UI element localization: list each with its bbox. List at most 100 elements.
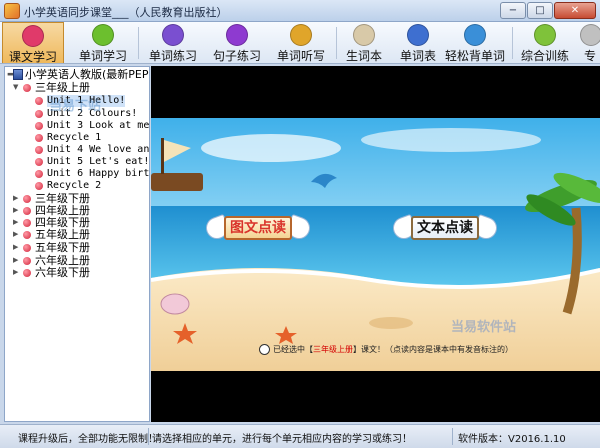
- tab-word-practice[interactable]: 单词练习: [144, 22, 202, 63]
- status-bar: 课程升级后，全部功能无限制！ 请选择相应的单元，进行每个单元相应内容的学习或练习…: [0, 424, 600, 448]
- status-version: 软件版本：V2016.1.10: [458, 434, 566, 445]
- title-bar: 小学英语同步课堂___（人民教育出版社） − □ ✕: [0, 0, 600, 22]
- text-reading-button[interactable]: 文本点读: [389, 211, 501, 245]
- tree-item-label: 小学英语人教版(最新PEP: [25, 68, 149, 81]
- node-ball-icon: [35, 134, 43, 142]
- course-tree[interactable]: ▬ 小学英语人教版(最新PEP ▼ 三年级上册 Unit 1 Hello! Un…: [4, 66, 150, 422]
- tree-item-label: 三年级上册: [35, 81, 90, 94]
- toolbar-divider: [138, 27, 139, 59]
- picture-reading-button[interactable]: 图文点读: [202, 211, 314, 245]
- status-divider: [452, 428, 453, 445]
- cloud: [201, 134, 341, 162]
- expand-icon[interactable]: ▶: [13, 195, 20, 202]
- app-icon: [4, 3, 20, 19]
- tab-easy-memorize[interactable]: 轻松背单词: [444, 22, 506, 63]
- content-panel: 图文点读 文本点读 当易软件站 已经选中【三年级上册】课文！（点读内容是课本中有…: [151, 66, 600, 422]
- main-toolbar: 课文学习 单词学习 单词练习 句子练习 单词听写 生词本 单词表 轻松背单词 综…: [0, 22, 600, 64]
- tab-more[interactable]: 专: [580, 22, 600, 63]
- node-ball-icon: [23, 231, 31, 239]
- node-ball-icon: [23, 269, 31, 277]
- node-ball-icon: [35, 146, 43, 154]
- flower-icon: [92, 24, 114, 46]
- clock-icon: [290, 24, 312, 46]
- tab-label: 单词听写: [276, 49, 325, 63]
- node-ball-icon: [23, 195, 31, 203]
- shell-icon: [160, 293, 190, 315]
- tree-item-label: 五年级下册: [35, 241, 90, 254]
- crab-icon: [369, 317, 413, 329]
- note-prefix: 已经选中【: [273, 345, 313, 354]
- window-controls: − □ ✕: [500, 2, 596, 19]
- notebook-icon: [353, 24, 375, 46]
- node-ball-icon: [35, 97, 43, 105]
- status-upgrade: 课程升级后，全部功能无限制！: [18, 434, 158, 445]
- node-ball-icon: [35, 110, 43, 118]
- tree-item-label: Unit 6 Happy birth: [47, 168, 150, 179]
- maximize-button[interactable]: □: [527, 2, 553, 19]
- tree-item-label: Unit 5 Let's eat!: [47, 156, 150, 167]
- minimize-button[interactable]: −: [500, 2, 526, 19]
- book-icon: [13, 69, 23, 80]
- tree-item-label: Unit 4 We love ani: [47, 144, 150, 155]
- toolbar-divider: [336, 27, 337, 59]
- selection-note: 已经选中【三年级上册】课文！（点读内容是课本中有发音标注的）: [259, 344, 513, 355]
- tab-label: 句子练习: [212, 49, 261, 63]
- node-ball-icon: [23, 207, 31, 215]
- expand-icon[interactable]: ▶: [13, 244, 20, 251]
- node-ball-icon: [35, 122, 43, 130]
- tab-text-study[interactable]: 课文学习: [2, 22, 64, 64]
- button-label: 文本点读: [411, 216, 479, 240]
- tree-item-label: Recycle 2: [47, 180, 102, 191]
- pen-book-icon: [22, 25, 44, 47]
- tab-word-list[interactable]: 单词表: [394, 22, 442, 63]
- node-ball-icon: [23, 84, 31, 92]
- status-divider: [148, 428, 149, 445]
- expand-icon[interactable]: ▶: [13, 231, 20, 238]
- watermark-logo: 当易软件站: [451, 320, 517, 335]
- expand-icon[interactable]: ▶: [13, 269, 20, 276]
- node-ball-icon: [23, 257, 31, 265]
- collapse-icon[interactable]: ▼: [13, 84, 20, 91]
- pencils-icon: [162, 24, 184, 46]
- cloud: [361, 128, 541, 152]
- tab-label: 单词表: [399, 49, 436, 63]
- tab-label: 专: [583, 49, 596, 63]
- tab-word-study[interactable]: 单词学习: [74, 22, 132, 63]
- chart-icon: [464, 24, 486, 46]
- node-ball-icon: [35, 182, 43, 190]
- speech-bubble-icon: [259, 344, 270, 355]
- tree-item-label: 五年级上册: [35, 228, 90, 241]
- tab-label: 单词练习: [148, 49, 197, 63]
- tab-label: 综合训练: [520, 49, 569, 63]
- note-highlight: 三年级上册: [313, 345, 353, 354]
- node-ball-icon: [23, 244, 31, 252]
- tab-label: 轻松背单词: [444, 49, 505, 63]
- tree-item-label: 六年级下册: [35, 266, 90, 279]
- note-suffix: 】课文！（点读内容是课本中有发音标注的）: [353, 345, 513, 354]
- watermark-logo: 当易下站: [49, 99, 102, 114]
- book-icon: [407, 24, 429, 46]
- more-icon: [580, 24, 600, 46]
- tab-comprehensive[interactable]: 综合训练: [516, 22, 574, 63]
- status-hint: 请选择相应的单元，进行每个单元相应内容的学习或练习！: [152, 434, 412, 445]
- close-button[interactable]: ✕: [554, 2, 596, 19]
- microphone-icon: [226, 24, 248, 46]
- expand-icon[interactable]: ▶: [13, 219, 20, 226]
- button-label: 图文点读: [224, 216, 292, 240]
- node-ball-icon: [23, 219, 31, 227]
- node-ball-icon: [35, 158, 43, 166]
- tab-sentence-practice[interactable]: 句子练习: [208, 22, 266, 63]
- toolbar-divider: [512, 27, 513, 59]
- tab-new-words[interactable]: 生词本: [340, 22, 388, 63]
- tab-label: 单词学习: [78, 49, 127, 63]
- expand-icon[interactable]: ▶: [13, 207, 20, 214]
- window-title: 小学英语同步课堂___（人民教育出版社）: [24, 6, 228, 19]
- node-ball-icon: [35, 170, 43, 178]
- tab-dictation[interactable]: 单词听写: [272, 22, 330, 63]
- tree-item-label: Recycle 1: [47, 132, 102, 143]
- tab-label: 生词本: [345, 49, 382, 63]
- people-icon: [534, 24, 556, 46]
- tree-item-label: Unit 3 Look at me!: [47, 120, 150, 131]
- expand-icon[interactable]: ▶: [13, 257, 20, 264]
- tab-label: 课文学习: [8, 50, 57, 64]
